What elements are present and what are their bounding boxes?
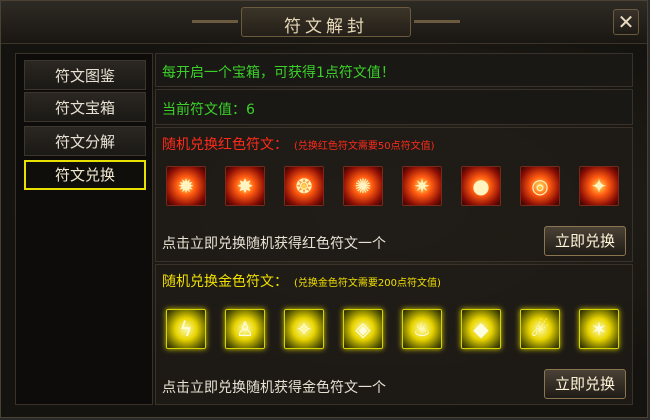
window-title: 符文解封 xyxy=(284,17,368,37)
golden-gem-icon[interactable]: ◆ xyxy=(461,309,501,349)
fire-orb-icon[interactable]: ● xyxy=(461,166,501,206)
current-value-row: 当前符文值：6 xyxy=(155,89,633,125)
hint-row: 每开启一个宝箱，可获得1点符文值！ xyxy=(155,53,633,87)
main-content: 每开启一个宝箱，可获得1点符文值！ 当前符文值：6 随机兑换红色符文： (兑换红色… xyxy=(155,53,633,405)
golden-flame-icon[interactable]: ♨ xyxy=(402,309,442,349)
golden-burst-icon[interactable]: ✶ xyxy=(579,309,619,349)
fire-dragon-icon[interactable]: ✺ xyxy=(343,166,383,206)
current-rune-value: 当前符文值：6 xyxy=(162,102,255,118)
fire-demon-icon[interactable]: ✷ xyxy=(402,166,442,206)
golden-spark-icon[interactable]: ✧ xyxy=(284,309,324,349)
chest-hint-text: 每开启一个宝箱，可获得1点符文值！ xyxy=(162,65,395,81)
red-cost-note: (兑换红色符文需要50点符文值) xyxy=(294,141,435,152)
redeem-gold-button[interactable]: 立即兑换 xyxy=(544,369,626,399)
red-heading-text: 随机兑换红色符文： xyxy=(162,137,288,153)
close-icon: ✕ xyxy=(617,10,635,34)
lightning-strike-icon[interactable]: ϟ xyxy=(166,309,206,349)
fire-bird-icon[interactable]: ✦ xyxy=(579,166,619,206)
title-plate: 符文解封 xyxy=(192,7,460,37)
red-description: 点击立即兑换随机获得红色符文一个 xyxy=(162,236,386,252)
golden-figure-icon[interactable]: ♙ xyxy=(225,309,265,349)
gold-rune-section: 随机兑换金色符文： (兑换金色符文需要200点符文值) ϟ ♙ ✧ ◈ ♨ ◆ ☄… xyxy=(155,264,633,405)
sidebar-item-rune-chest[interactable]: 符文宝箱 xyxy=(24,92,146,122)
rune-unseal-window: 符文解封 ✕ 符文图鉴 符文宝箱 符文分解 符文兑换 每开启一个宝箱，可获得1点… xyxy=(0,0,648,418)
redeem-red-button[interactable]: 立即兑换 xyxy=(544,226,626,256)
golden-shield-icon[interactable]: ◈ xyxy=(343,309,383,349)
fire-pillar-icon[interactable]: ❂ xyxy=(284,166,324,206)
golden-comet-icon[interactable]: ☄ xyxy=(520,309,560,349)
sidebar-item-rune-decompose[interactable]: 符文分解 xyxy=(24,126,146,156)
flame-icon[interactable]: ✹ xyxy=(166,166,206,206)
sidebar-item-rune-exchange[interactable]: 符文兑换 xyxy=(24,160,146,190)
gold-section-heading: 随机兑换金色符文： (兑换金色符文需要200点符文值) xyxy=(162,271,441,291)
sidebar: 符文图鉴 符文宝箱 符文分解 符文兑换 xyxy=(15,53,153,405)
fire-swirl-icon[interactable]: ◎ xyxy=(520,166,560,206)
sidebar-item-rune-atlas[interactable]: 符文图鉴 xyxy=(24,60,146,90)
fire-burst-icon[interactable]: ✸ xyxy=(225,166,265,206)
close-button[interactable]: ✕ xyxy=(613,9,639,35)
gold-cost-note: (兑换金色符文需要200点符文值) xyxy=(294,278,441,289)
gold-description: 点击立即兑换随机获得金色符文一个 xyxy=(162,380,386,396)
title-bar: 符文解封 ✕ xyxy=(1,1,647,44)
red-section-heading: 随机兑换红色符文： (兑换红色符文需要50点符文值) xyxy=(162,134,435,154)
red-rune-section: 随机兑换红色符文： (兑换红色符文需要50点符文值) ✹ ✸ ❂ ✺ ✷ ● ◎ … xyxy=(155,127,633,262)
gold-heading-text: 随机兑换金色符文： xyxy=(162,274,288,290)
